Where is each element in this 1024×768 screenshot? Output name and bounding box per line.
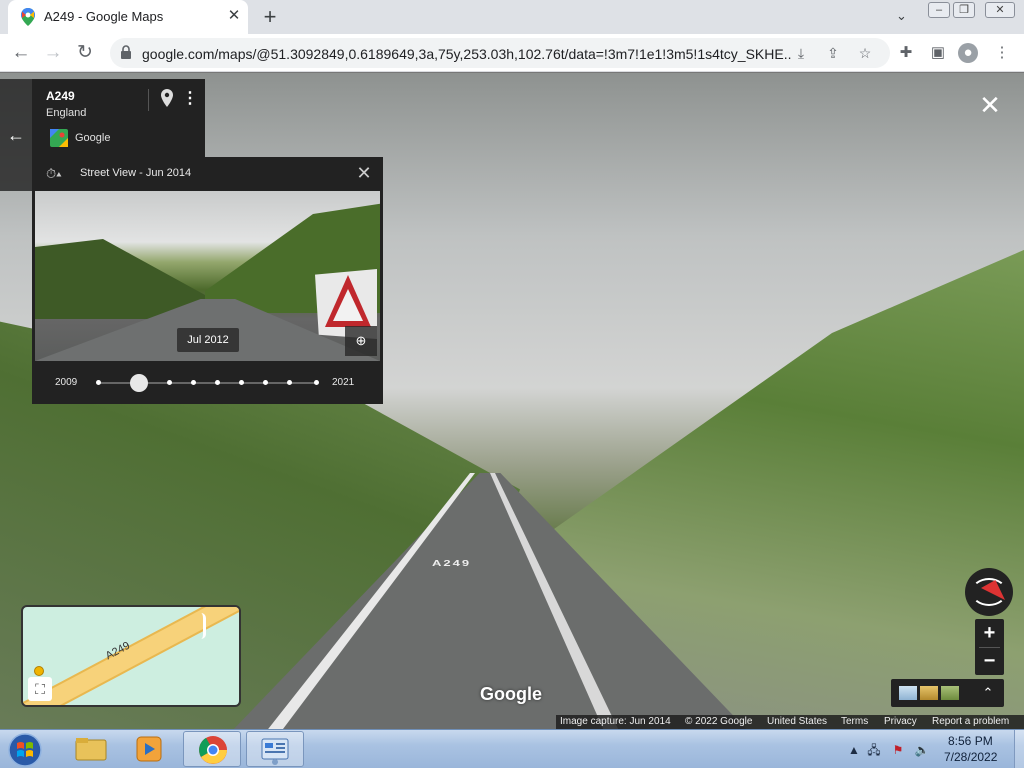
volume-icon[interactable]: 🔈 [914, 742, 930, 758]
browser-tab-bar: A249 - Google Maps ✕ + ⌄ – ❐ ✕ [0, 0, 1024, 34]
lock-icon [121, 45, 131, 59]
timeline-dot[interactable] [191, 380, 197, 385]
google-contributor-icon [50, 129, 68, 147]
imagery-strip: ⌃ [891, 679, 1004, 707]
new-tab-button[interactable]: + [258, 4, 282, 30]
windows-taskbar: ▲ 🖧 ⚑ 🔈 8:56 PM 7/28/2022 [0, 729, 1024, 768]
timeline-dot[interactable] [239, 380, 245, 385]
location-header-card: A249 England ⋮ Google [32, 79, 205, 159]
profile-icon[interactable]: ● [958, 43, 978, 63]
place-name: A249 [46, 89, 75, 103]
place-region: England [46, 107, 87, 119]
media-player-icon [136, 736, 162, 762]
zoom-in-button[interactable]: + [975, 619, 1004, 647]
reload-icon[interactable]: ↻ [72, 40, 98, 66]
media-player-taskbar-icon[interactable] [120, 731, 178, 767]
install-icon[interactable]: ⤓ [792, 44, 810, 62]
action-center-alert-icon[interactable]: ⚑ [890, 742, 906, 758]
historic-preview-image[interactable]: Jul 2012 ⊕ [35, 191, 380, 361]
maps-favicon [21, 8, 35, 26]
timeline-dot[interactable] [287, 380, 293, 385]
share-icon[interactable]: ⇪ [824, 44, 842, 62]
street-view-panorama[interactable]: A249 ← A249 England ⋮ Google ✕ ⏱▴ Street… [0, 73, 1024, 729]
timeline-end-year: 2021 [332, 377, 355, 388]
contributor-name: Google [75, 132, 111, 144]
chrome-taskbar-icon[interactable] [183, 731, 241, 767]
timeline-dot[interactable] [263, 380, 269, 385]
report-problem-link[interactable]: Report a problem [932, 716, 1009, 727]
minimize-button[interactable]: – [928, 2, 950, 18]
expand-minimap-icon[interactable]: ⛶ [28, 677, 52, 701]
timeline-slider-thumb[interactable] [130, 374, 149, 392]
zoom-out-button[interactable]: − [975, 647, 1004, 675]
layer-thumbnail-2[interactable] [920, 686, 938, 700]
country-link[interactable]: United States [767, 716, 827, 727]
timeline-dot[interactable] [215, 380, 221, 385]
close-street-view-icon[interactable]: ✕ [976, 91, 1004, 119]
layer-thumbnail-3[interactable] [941, 686, 959, 700]
control-panel-taskbar-icon[interactable] [246, 731, 304, 767]
file-explorer-taskbar-icon[interactable] [62, 731, 120, 767]
time-machine-close-icon[interactable]: ✕ [354, 163, 374, 183]
kebab-menu-icon[interactable]: ⋮ [992, 43, 1012, 63]
minimap[interactable]: A249 ⛶ [21, 605, 241, 707]
tab-close-icon[interactable]: ✕ [226, 7, 242, 25]
start-button-icon[interactable] [4, 731, 46, 768]
timeline-dot[interactable] [95, 380, 101, 385]
google-watermark: Google [480, 684, 542, 704]
preview-date-label: Jul 2012 [177, 328, 239, 352]
folder-icon [75, 738, 107, 761]
browser-toolbar: ← → ↻ google.com/maps/@51.3092849,0.6189… [0, 34, 1024, 72]
clock-date[interactable]: 7/28/2022 [944, 750, 997, 764]
timeline-start-year: 2009 [55, 377, 78, 388]
system-tray: ▲ 🖧 ⚑ 🔈 8:56 PM 7/28/2022 [844, 730, 1024, 768]
pegman-location-icon [34, 666, 44, 676]
layer-thumbnail-1[interactable] [899, 686, 917, 700]
time-machine-panel: ⏱▴ Street View - Jun 2014 ✕ Jul 2012 ⊕ 2… [32, 157, 383, 404]
image-capture-text: Image capture: Jun 2014 [560, 716, 671, 727]
attribution-bar: Image capture: Jun 2014 © 2022 Google Un… [556, 715, 1024, 729]
zoom-control: + − [975, 619, 1004, 675]
map-pin-icon[interactable] [160, 89, 174, 107]
address-bar[interactable]: google.com/maps/@51.3092849,0.6189649,3a… [110, 38, 890, 68]
chrome-icon [199, 736, 227, 764]
tab-title: A249 - Google Maps [44, 9, 164, 24]
side-panel-icon[interactable]: ▣ [928, 43, 948, 63]
zoom-preview-icon[interactable]: ⊕ [345, 326, 377, 356]
timeline-dot[interactable] [167, 380, 173, 385]
clock-time[interactable]: 8:56 PM [948, 734, 993, 748]
bookmark-star-icon[interactable]: ☆ [856, 44, 874, 62]
show-desktop-button[interactable] [1014, 730, 1024, 768]
extensions-puzzle-icon[interactable]: ✚ [896, 43, 916, 63]
copyright-text: © 2022 Google [685, 716, 753, 727]
back-to-map-button[interactable]: ← [0, 79, 32, 191]
control-panel-icon [261, 738, 289, 765]
privacy-link[interactable]: Privacy [884, 716, 917, 727]
terms-link[interactable]: Terms [841, 716, 868, 727]
url-text: google.com/maps/@51.3092849,0.6189649,3a… [142, 46, 792, 62]
minimap-road [23, 607, 239, 705]
time-machine-title: Street View - Jun 2014 [80, 167, 192, 179]
show-hidden-icons-icon[interactable]: ▲ [846, 742, 862, 758]
browser-tab[interactable]: A249 - Google Maps ✕ [8, 0, 248, 34]
compass-icon[interactable] [965, 568, 1013, 616]
history-clock-icon[interactable]: ⏱▴ [46, 166, 70, 182]
header-divider [148, 89, 149, 111]
network-icon[interactable]: 🖧 [866, 742, 882, 758]
forward-arrow-icon[interactable]: → [40, 40, 66, 66]
expand-imagery-icon[interactable]: ⌃ [980, 683, 996, 703]
road-marking-text: A249 [432, 558, 472, 568]
minimap-track [201, 613, 206, 639]
back-arrow-icon[interactable]: ← [8, 40, 34, 66]
restore-button[interactable]: ❐ [953, 2, 975, 18]
window-close-button[interactable]: ✕ [985, 2, 1015, 18]
tab-search-icon[interactable]: ⌄ [896, 8, 914, 26]
more-options-icon[interactable]: ⋮ [182, 89, 198, 109]
timeline-dot[interactable] [313, 380, 319, 385]
